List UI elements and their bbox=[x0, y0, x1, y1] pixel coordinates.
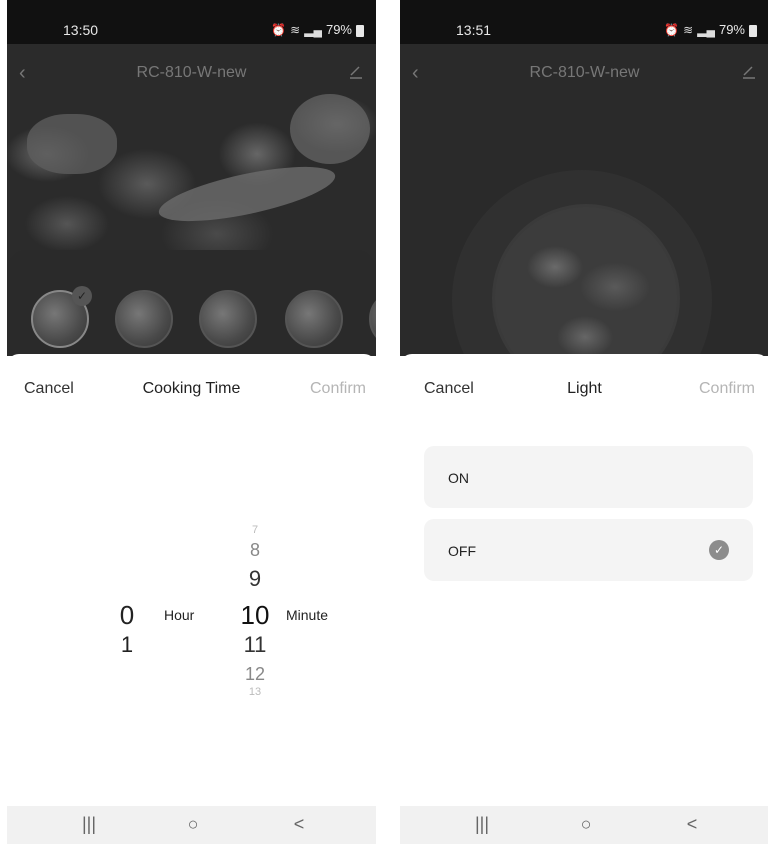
hour-unit-label: Hour bbox=[164, 607, 195, 623]
sheet-header: Cancel Cooking Time Confirm bbox=[7, 380, 376, 402]
status-bar: 13:51 ⏰ ≋ ▂▄ 79% bbox=[400, 0, 768, 44]
system-nav-bar: ||| ○ < bbox=[7, 806, 376, 844]
status-time: 13:50 bbox=[63, 22, 99, 38]
battery-percent: 79% bbox=[325, 22, 352, 37]
bread-decor bbox=[27, 114, 117, 174]
time-picker[interactable]: 0 1 Hour 7 8 9 10 11 12 13 Minute bbox=[7, 514, 376, 704]
minute-option[interactable]: 13 bbox=[243, 686, 267, 698]
option-label: ON bbox=[448, 470, 469, 486]
signal-icon: ▂▄ bbox=[304, 22, 322, 37]
edit-icon[interactable] bbox=[348, 64, 364, 80]
wifi-icon: ≋ bbox=[683, 22, 694, 37]
hour-option[interactable]: 1 bbox=[117, 632, 137, 658]
device-title: RC-810-W-new bbox=[529, 64, 640, 81]
check-icon: ✓ bbox=[72, 286, 92, 306]
cooking-time-sheet: Cancel Cooking Time Confirm 0 1 Hour 7 8… bbox=[7, 354, 376, 806]
minute-option[interactable]: 7 bbox=[247, 524, 263, 536]
option-off[interactable]: OFF ✓ bbox=[424, 519, 753, 581]
battery-icon bbox=[356, 24, 364, 37]
check-icon: ✓ bbox=[709, 540, 729, 560]
confirm-button[interactable]: Confirm bbox=[310, 380, 366, 398]
bowl-decor bbox=[290, 94, 370, 164]
recipe-thumb-3[interactable] bbox=[199, 290, 257, 348]
alarm-icon: ⏰ bbox=[664, 22, 680, 37]
signal-icon: ▂▄ bbox=[697, 22, 715, 37]
hour-option[interactable]: 0 bbox=[115, 600, 139, 631]
system-nav-bar: ||| ○ < bbox=[400, 806, 768, 844]
option-on[interactable]: ON bbox=[424, 446, 753, 508]
minute-option[interactable]: 11 bbox=[237, 632, 273, 658]
status-time: 13:51 bbox=[456, 22, 492, 38]
battery-percent: 79% bbox=[718, 22, 745, 37]
hero-image: ‹ RC-810-W-new ✓ bbox=[7, 44, 376, 356]
edit-icon[interactable] bbox=[741, 64, 757, 80]
minute-option[interactable]: 9 bbox=[243, 566, 267, 592]
recents-button[interactable]: ||| bbox=[69, 814, 109, 835]
home-button[interactable]: ○ bbox=[173, 814, 213, 835]
wifi-icon: ≋ bbox=[290, 22, 301, 37]
back-button[interactable]: < bbox=[672, 814, 712, 835]
confirm-button[interactable]: Confirm bbox=[699, 380, 755, 398]
minute-option[interactable]: 12 bbox=[239, 664, 271, 685]
alarm-icon: ⏰ bbox=[271, 22, 287, 37]
home-button[interactable]: ○ bbox=[566, 814, 606, 835]
recipe-thumb-2[interactable] bbox=[115, 290, 173, 348]
light-sheet: Cancel Light Confirm ON OFF ✓ bbox=[400, 354, 768, 806]
device-hero: ‹ RC-810-W-new bbox=[400, 44, 768, 356]
battery-icon bbox=[749, 24, 757, 37]
sheet-header: Cancel Light Confirm bbox=[400, 380, 768, 402]
recipe-thumb-4[interactable] bbox=[285, 290, 343, 348]
top-nav: ‹ RC-810-W-new bbox=[7, 62, 376, 86]
status-icons: ⏰ ≋ ▂▄ 79% bbox=[664, 22, 757, 37]
status-icons: ⏰ ≋ ▂▄ 79% bbox=[271, 22, 364, 37]
device-title: RC-810-W-new bbox=[136, 64, 247, 81]
recents-button[interactable]: ||| bbox=[462, 814, 502, 835]
option-label: OFF bbox=[448, 543, 476, 559]
minute-unit-label: Minute bbox=[286, 607, 329, 623]
minute-option-selected[interactable]: 10 bbox=[235, 600, 275, 631]
light-screen: 13:51 ⏰ ≋ ▂▄ 79% ‹ RC-810-W-new Cancel L… bbox=[400, 0, 768, 844]
status-bar: 13:50 ⏰ ≋ ▂▄ 79% bbox=[7, 0, 376, 44]
top-nav: ‹ RC-810-W-new bbox=[400, 62, 768, 86]
minute-option[interactable]: 8 bbox=[245, 540, 265, 561]
cooking-time-screen: 13:50 ⏰ ≋ ▂▄ 79% ‹ RC-810-W-new ✓ Cancel… bbox=[7, 0, 376, 844]
back-button[interactable]: < bbox=[279, 814, 319, 835]
